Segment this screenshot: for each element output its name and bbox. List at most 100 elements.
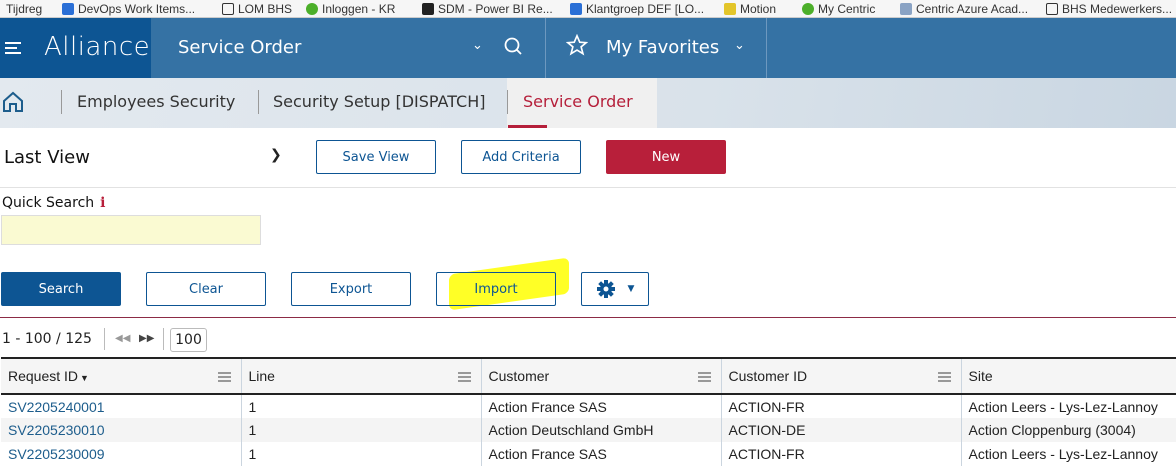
divider bbox=[258, 90, 259, 114]
active-tab-indicator bbox=[508, 125, 547, 128]
bookmark[interactable]: BHS Medewerkers... bbox=[1046, 2, 1172, 16]
sort-desc-icon: ▼ bbox=[80, 373, 89, 383]
bookmark[interactable]: Tijdreg bbox=[6, 2, 42, 16]
search-button[interactable]: Search bbox=[1, 272, 121, 306]
chevron-down-icon[interactable]: ❯ bbox=[270, 147, 282, 163]
bookmark[interactable]: Centric Azure Acad... bbox=[900, 2, 1028, 16]
bookmark[interactable]: LOM BHS bbox=[222, 2, 292, 16]
customer-cell: Action France SAS bbox=[481, 442, 722, 466]
request-id-link[interactable]: SV2205230009 bbox=[1, 442, 242, 466]
column-menu-icon[interactable] bbox=[937, 372, 951, 383]
quick-search-input[interactable] bbox=[1, 215, 261, 245]
home-icon[interactable] bbox=[2, 91, 24, 113]
divider bbox=[507, 90, 508, 114]
service-order-table: Request ID ▼ Line Customer Customer ID Si… bbox=[1, 357, 1176, 466]
export-button[interactable]: Export bbox=[291, 272, 411, 306]
import-button[interactable]: Import bbox=[436, 272, 556, 306]
divider bbox=[0, 317, 1176, 318]
previous-page-icon[interactable]: ◀◀ bbox=[115, 333, 130, 344]
site-cell: Action Leers - Lys-Lez-Lannoy bbox=[961, 442, 1176, 466]
info-icon[interactable]: i bbox=[100, 195, 105, 211]
bookmark[interactable]: Klantgroep DEF [LO... bbox=[570, 2, 704, 16]
page-icon bbox=[222, 3, 234, 15]
chevron-down-icon[interactable]: ⌄ bbox=[734, 38, 745, 53]
clear-button[interactable]: Clear bbox=[146, 272, 266, 306]
column-menu-icon[interactable] bbox=[697, 372, 711, 383]
bookmarks-bar: Tijdreg DevOps Work Items... LOM BHS Inl… bbox=[0, 0, 1176, 18]
column-header-customer-id[interactable]: Customer ID bbox=[721, 357, 962, 395]
column-header-site[interactable]: Site bbox=[961, 357, 1176, 395]
bookmark-label: My Centric bbox=[818, 2, 876, 16]
save-view-button[interactable]: Save View bbox=[316, 140, 436, 174]
bookmark[interactable]: Inloggen - KR bbox=[306, 2, 395, 16]
page-size-input[interactable]: 100 bbox=[170, 328, 207, 352]
customer-id-cell: ACTION-FR bbox=[721, 394, 962, 418]
line-cell: 1 bbox=[241, 418, 482, 442]
bookmark[interactable]: DevOps Work Items... bbox=[62, 2, 195, 16]
column-label: Request ID bbox=[8, 368, 79, 384]
request-id-link[interactable]: SV2205230010 bbox=[1, 418, 242, 442]
app-header: Alliance Service Order ⌄ My Favorites ⌄ bbox=[0, 18, 1176, 78]
motion-icon bbox=[724, 3, 736, 15]
module-title[interactable]: Service Order bbox=[178, 37, 301, 58]
bookmark[interactable]: SDM - Power BI Re... bbox=[422, 2, 553, 16]
devops-icon bbox=[570, 3, 582, 15]
divider bbox=[0, 187, 1176, 188]
breadcrumb-employees-security[interactable]: Employees Security bbox=[77, 92, 235, 111]
bookmark-label: Klantgroep DEF [LO... bbox=[586, 2, 705, 16]
divider bbox=[104, 328, 105, 350]
bookmark-label: LOM BHS bbox=[238, 2, 293, 16]
gear-icon bbox=[596, 280, 615, 298]
column-menu-icon[interactable] bbox=[217, 372, 231, 383]
divider bbox=[61, 90, 62, 114]
bookmark-label: DevOps Work Items... bbox=[78, 2, 196, 16]
settings-dropdown-button[interactable]: ▼ bbox=[581, 272, 649, 306]
caret-down-icon: ▼ bbox=[627, 284, 635, 294]
pagination-range: 1 - 100 / 125 bbox=[2, 331, 92, 347]
hamburger-menu-icon[interactable] bbox=[5, 42, 21, 54]
bookmark[interactable]: Motion bbox=[724, 2, 776, 16]
table-row[interactable]: SV2205230010 1 Action Deutschland GmbH ACTI… bbox=[1, 418, 1176, 442]
azure-icon bbox=[900, 3, 912, 15]
bookmark-label: Inloggen - KR bbox=[322, 2, 396, 16]
bookmark-label: Tijdreg bbox=[6, 2, 43, 16]
table-row[interactable]: SV2205230009 1 Action France SAS ACTION-FR A… bbox=[1, 442, 1176, 466]
table-row[interactable]: SV2205240001 1 Action France SAS ACTION-FR A… bbox=[1, 394, 1176, 418]
shield-icon bbox=[306, 3, 318, 15]
column-label: Customer ID bbox=[728, 368, 808, 384]
bookmark-label: BHS Medewerkers... bbox=[1062, 2, 1173, 16]
column-header-request-id[interactable]: Request ID ▼ bbox=[1, 357, 242, 395]
add-criteria-button[interactable]: Add Criteria bbox=[461, 140, 581, 174]
breadcrumb-service-order[interactable]: Service Order bbox=[523, 92, 633, 111]
table-header-row: Request ID ▼ Line Customer Customer ID Si… bbox=[1, 357, 1176, 395]
star-icon[interactable] bbox=[566, 34, 588, 56]
breadcrumb-security-setup[interactable]: Security Setup [DISPATCH] bbox=[273, 92, 486, 111]
column-header-customer[interactable]: Customer bbox=[481, 357, 722, 395]
bookmark[interactable]: My Centric bbox=[802, 2, 875, 16]
customer-id-cell: ACTION-DE bbox=[721, 418, 962, 442]
chevron-down-icon[interactable]: ⌄ bbox=[472, 38, 483, 53]
devops-icon bbox=[62, 3, 74, 15]
new-button[interactable]: New bbox=[606, 140, 726, 174]
column-label: Line bbox=[248, 368, 275, 384]
column-menu-icon[interactable] bbox=[457, 372, 471, 383]
search-icon[interactable] bbox=[504, 37, 522, 55]
line-cell: 1 bbox=[241, 442, 482, 466]
bookmark-label: Motion bbox=[740, 2, 777, 16]
view-selector[interactable]: Last View bbox=[4, 147, 90, 168]
bookmark-label: SDM - Power BI Re... bbox=[438, 2, 553, 16]
divider bbox=[163, 328, 164, 350]
customer-id-cell: ACTION-FR bbox=[721, 442, 962, 466]
divider bbox=[766, 18, 767, 78]
customer-cell: Action Deutschland GmbH bbox=[481, 418, 722, 442]
column-header-line[interactable]: Line bbox=[241, 357, 482, 395]
my-favorites[interactable]: My Favorites bbox=[606, 37, 719, 58]
customer-cell: Action France SAS bbox=[481, 394, 722, 418]
site-cell: Action Leers - Lys-Lez-Lannoy bbox=[961, 394, 1176, 418]
quick-search-text: Quick Search bbox=[2, 195, 95, 211]
request-id-link[interactable]: SV2205240001 bbox=[1, 394, 242, 418]
shield-icon bbox=[802, 3, 814, 15]
next-page-icon[interactable]: ▶▶ bbox=[139, 333, 154, 344]
quick-search-label: Quick Search i bbox=[2, 195, 105, 211]
alliance-logo[interactable]: Alliance bbox=[44, 32, 150, 62]
